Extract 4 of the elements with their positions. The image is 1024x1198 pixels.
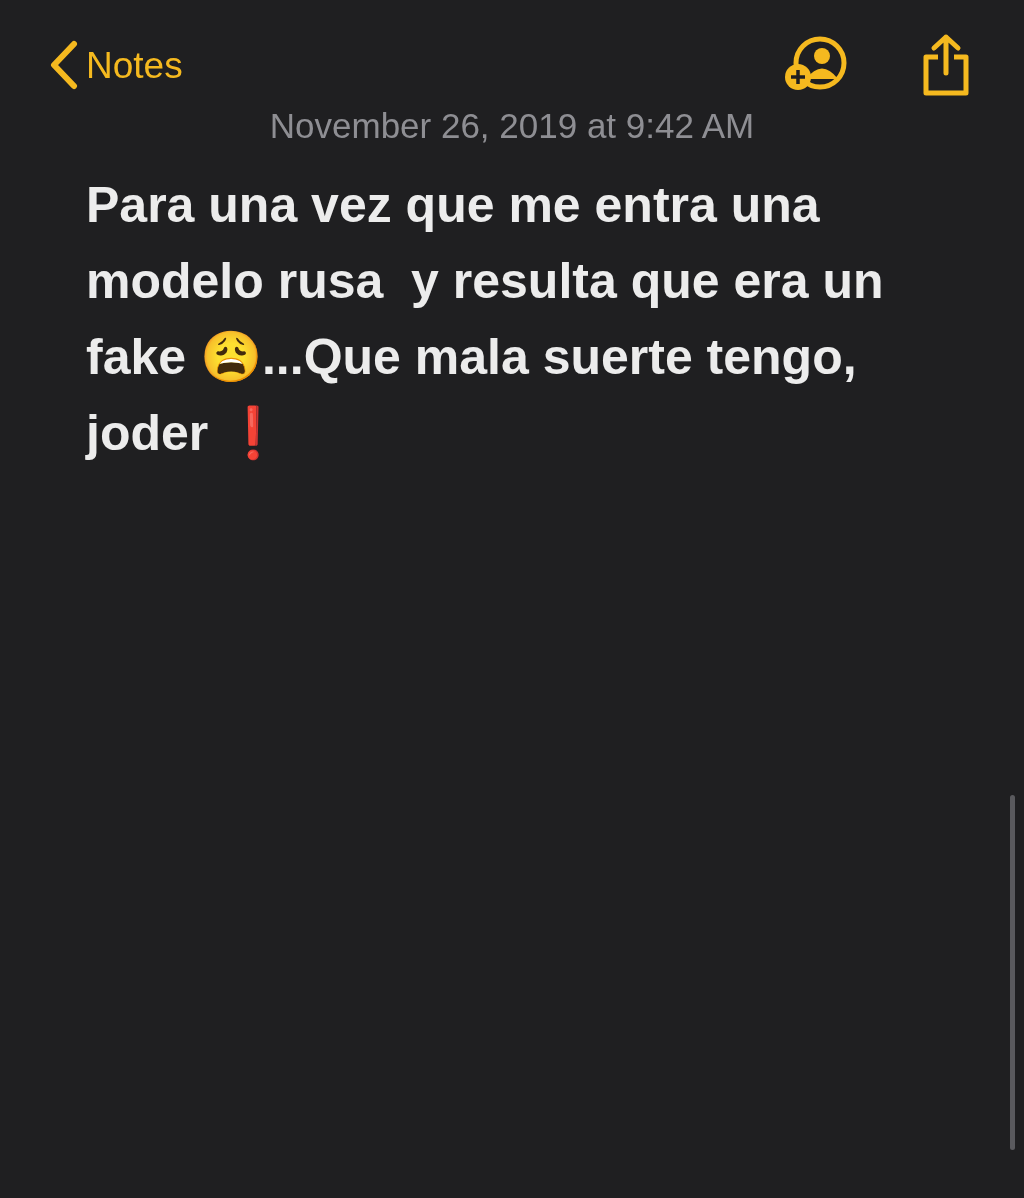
note-text: Para una vez que me entra una modelo rusa y resulta que era un fake 😩...Que mala suerte tengo, joder ❗ — [86, 176, 885, 463]
note-date: November 26, 2019 at 9:42 AM — [269, 108, 755, 143]
chevron-left-icon — [48, 40, 78, 90]
back-button[interactable]: Notes — [48, 40, 183, 90]
